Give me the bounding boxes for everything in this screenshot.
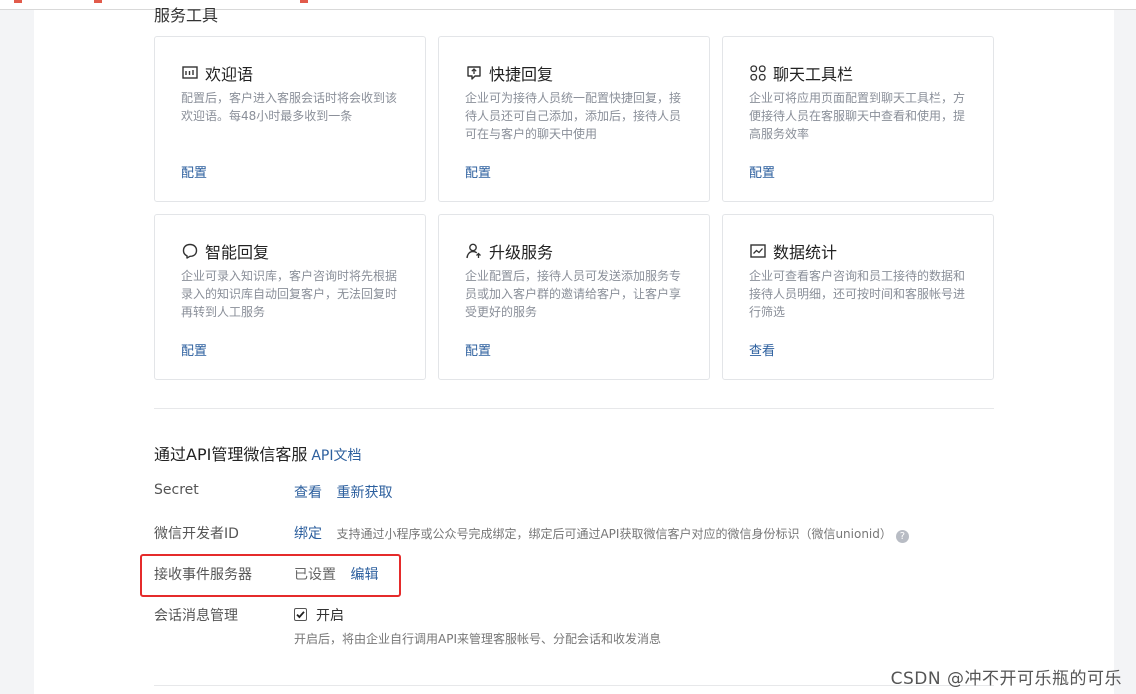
- secret-view-link[interactable]: 查看: [294, 485, 322, 501]
- tab-marker: [94, 0, 102, 3]
- section-divider: [154, 408, 994, 409]
- help-icon[interactable]: ?: [895, 530, 909, 543]
- tab-marker: [14, 0, 22, 3]
- welcome-message-icon: [181, 64, 199, 82]
- card-smart-reply: 智能回复 企业可录入知识库，客户咨询时将先根据录入的知识库自动回复客户，无法回复…: [154, 214, 426, 380]
- quick-reply-icon: [465, 64, 483, 82]
- configure-link[interactable]: 配置: [749, 162, 775, 181]
- card-description: 企业可为接待人员统一配置快捷回复，接待人员还可自己添加，添加后，接待人员可在与客…: [465, 91, 682, 141]
- view-link[interactable]: 查看: [749, 340, 775, 359]
- dev-id-hint: 支持通过小程序或公众号完成绑定，绑定后可通过API获取微信客户对应的微信身份标识…: [336, 527, 892, 541]
- session-mgmt-checkbox[interactable]: [294, 608, 307, 621]
- card-title: 欢迎语: [205, 65, 254, 84]
- api-doc-link[interactable]: API文档: [311, 448, 361, 464]
- tab-marker: [300, 0, 308, 3]
- event-server-actions: 已设置 编辑: [294, 564, 378, 584]
- watermark-text: CSDN @冲不开可乐瓶的可乐: [890, 669, 1122, 689]
- secret-label: Secret: [154, 482, 199, 498]
- configure-link[interactable]: 配置: [181, 162, 207, 181]
- card-quick-reply: 快捷回复 企业可为接待人员统一配置快捷回复，接待人员还可自己添加，添加后，接待人…: [438, 36, 710, 202]
- content-panel: 服务工具 欢迎语 配置后，客户进入客服会话时将会收到该欢迎语。每48小时最多收到…: [34, 6, 1114, 694]
- smart-reply-icon: [181, 242, 199, 260]
- edit-link[interactable]: 编辑: [350, 567, 378, 583]
- card-description: 企业可查看客户咨询和员工接待的数据和接待人员明细，还可按时间和客服帐号进行筛选: [749, 269, 966, 319]
- card-title: 聊天工具栏: [773, 65, 854, 84]
- card-description: 配置后，客户进入客服会话时将会收到该欢迎语。每48小时最多收到一条: [181, 91, 398, 123]
- card-chat-toolbar: 聊天工具栏 企业可将应用页面配置到聊天工具栏，方便接待人员在客服聊天中查看和使用…: [722, 36, 994, 202]
- configure-link[interactable]: 配置: [465, 162, 491, 181]
- configure-link[interactable]: 配置: [181, 340, 207, 359]
- session-mgmt-hint: 开启后，将由企业自行调用API来管理客服帐号、分配会话和收发消息: [294, 632, 661, 646]
- card-welcome-message: 欢迎语 配置后，客户进入客服会话时将会收到该欢迎语。每48小时最多收到一条 配置: [154, 36, 426, 202]
- event-server-label: 接收事件服务器: [154, 567, 252, 583]
- session-enable-label: 开启: [316, 608, 344, 624]
- bottom-divider: [154, 685, 994, 686]
- api-section-title: 通过API管理微信客服 API文档: [154, 441, 361, 465]
- card-title: 快捷回复: [489, 65, 554, 84]
- card-title: 升级服务: [489, 243, 554, 262]
- card-title: 数据统计: [773, 243, 838, 262]
- secret-actions: 查看 重新获取: [294, 482, 392, 502]
- secret-refresh-link[interactable]: 重新获取: [336, 485, 392, 501]
- session-mgmt-label: 会话消息管理: [154, 608, 238, 624]
- card-description: 企业配置后，接待人员可发送添加服务专员或加入客户群的邀请给客户，让客户享受更好的…: [465, 269, 682, 319]
- card-description: 企业可将应用页面配置到聊天工具栏，方便接待人员在客服聊天中查看和使用，提高服务效…: [749, 91, 966, 141]
- card-description: 企业可录入知识库，客户咨询时将先根据录入的知识库自动回复客户，无法回复时再转到人…: [181, 269, 398, 319]
- card-upgrade-service: 升级服务 企业配置后，接待人员可发送添加服务专员或加入客户群的邀请给客户，让客户…: [438, 214, 710, 380]
- bind-link[interactable]: 绑定: [294, 526, 322, 542]
- data-chart-icon: [749, 242, 767, 260]
- api-title-text: 通过API管理微信客服: [154, 445, 308, 464]
- dev-id-label: 微信开发者ID: [154, 526, 239, 542]
- card-data-statistics: 数据统计 企业可查看客户咨询和员工接待的数据和接待人员明细，还可按时间和客服帐号…: [722, 214, 994, 380]
- toolbar-grid-icon: [749, 64, 767, 82]
- section-title: 服务工具: [154, 6, 219, 25]
- event-server-status: 已设置: [294, 567, 336, 583]
- upgrade-service-icon: [465, 242, 483, 260]
- card-title: 智能回复: [205, 243, 270, 262]
- configure-link[interactable]: 配置: [465, 340, 491, 359]
- dev-id-actions: 绑定 支持通过小程序或公众号完成绑定，绑定后可通过API获取微信客户对应的微信身…: [294, 523, 909, 543]
